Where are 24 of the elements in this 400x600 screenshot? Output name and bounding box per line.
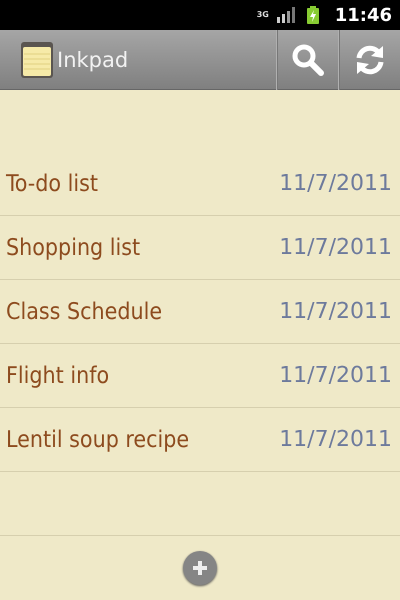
note-title: Class Schedule xyxy=(6,298,162,324)
note-title: To-do list xyxy=(6,170,98,196)
note-title: Shopping list xyxy=(6,234,140,260)
note-date: 11/7/2011 xyxy=(279,427,392,452)
add-button[interactable] xyxy=(183,551,217,585)
battery-icon xyxy=(306,6,319,24)
plus-icon xyxy=(193,561,207,575)
note-date: 11/7/2011 xyxy=(279,299,392,324)
note-item[interactable]: Class Schedule 11/7/2011 xyxy=(0,280,400,344)
note-item[interactable]: To-do list 11/7/2011 xyxy=(0,152,400,216)
signal-icon xyxy=(276,7,297,23)
clock: 11:46 xyxy=(334,4,392,26)
note-title: Flight info xyxy=(6,362,110,388)
note-item[interactable]: Shopping list 11/7/2011 xyxy=(0,216,400,280)
app-title: Inkpad xyxy=(57,48,128,72)
notepad-icon xyxy=(21,42,53,78)
note-title: Lentil soup recipe xyxy=(6,426,190,452)
network-type: 3G xyxy=(256,11,267,19)
search-icon xyxy=(290,42,324,76)
note-item[interactable]: Flight info 11/7/2011 xyxy=(0,344,400,408)
note-date: 11/7/2011 xyxy=(279,235,392,260)
note-date: 11/7/2011 xyxy=(279,363,392,388)
note-date: 11/7/2011 xyxy=(279,171,392,196)
note-item[interactable]: Lentil soup recipe 11/7/2011 xyxy=(0,408,400,472)
